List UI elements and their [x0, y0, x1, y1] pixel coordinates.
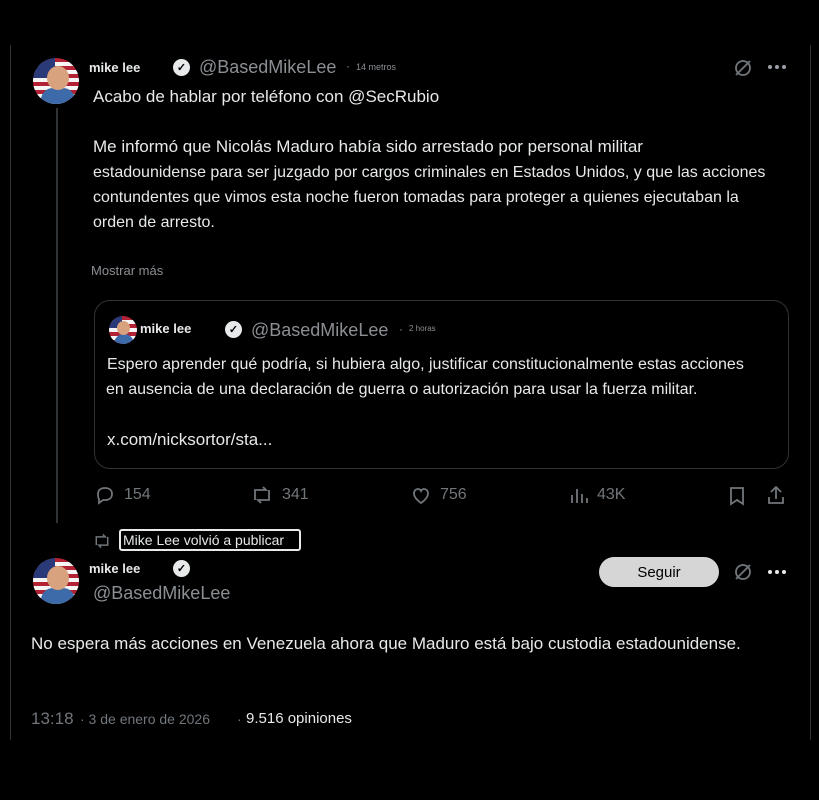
post-date[interactable]: · 3 de enero de 2026 — [80, 711, 210, 727]
repost-button[interactable]: 341 — [250, 484, 309, 506]
post-text: Me informó que Nicolás Maduro había sido… — [93, 137, 643, 156]
quote-text: en ausencia de una declaración de guerra… — [106, 381, 698, 398]
views-count: 9.516 opiniones — [246, 710, 352, 727]
avatar[interactable] — [33, 558, 79, 604]
show-more-link[interactable]: Mostrar más — [91, 263, 163, 278]
quote-author-handle: @BasedMikeLee — [251, 320, 389, 340]
author-handle[interactable]: @BasedMikeLee — [199, 57, 336, 78]
post-text-line1: Acabo de hablar por teléfono con @SecRub… — [93, 87, 440, 106]
bookmark-icon[interactable] — [727, 485, 747, 507]
author-name[interactable]: mike lee — [89, 561, 140, 576]
separator-dot: · — [399, 322, 403, 336]
quote-text: Espero aprender qué podría, si hubiera a… — [107, 356, 744, 373]
reposted-by-label[interactable]: Mike Lee volvió a publicar — [119, 529, 301, 551]
post-text: No espera más acciones en Venezuela ahor… — [31, 634, 741, 653]
share-icon[interactable] — [765, 484, 787, 506]
verified-icon: ✓ — [173, 560, 190, 577]
post-time[interactable]: 13:18 — [31, 709, 74, 729]
verified-icon: ✓ — [173, 59, 190, 76]
like-count: 756 — [440, 486, 467, 503]
quote-link[interactable]: x.com/nicksortor/sta... — [107, 427, 272, 452]
author-name[interactable]: mike lee — [89, 60, 140, 75]
post-text: estadounidense para ser juzgado por carg… — [93, 164, 766, 181]
quote-time: 2 horas — [409, 324, 436, 333]
post-text: contundentes que vimos esta noche fueron… — [93, 189, 739, 206]
verified-icon: ✓ — [225, 321, 242, 338]
grok-icon[interactable] — [732, 561, 754, 583]
views-button[interactable]: 43K — [569, 484, 625, 506]
repost-icon — [254, 486, 270, 504]
quote-avatar — [109, 316, 137, 344]
like-icon — [413, 488, 429, 505]
repost-count: 341 — [282, 486, 309, 503]
more-icon[interactable] — [766, 565, 788, 579]
views-icon — [571, 489, 588, 503]
separator-dot: · — [346, 59, 350, 73]
reply-count: 154 — [124, 486, 151, 503]
post-text: orden de arresto. — [93, 214, 215, 231]
thread-line — [56, 108, 58, 523]
more-icon[interactable] — [766, 60, 788, 74]
author-handle[interactable]: @BasedMikeLee — [93, 583, 230, 604]
separator-dot: · — [237, 711, 242, 727]
reply-button[interactable]: 154 — [94, 484, 151, 506]
avatar[interactable] — [33, 58, 79, 104]
reply-icon — [97, 487, 113, 505]
grok-icon[interactable] — [732, 57, 754, 79]
views-count: 43K — [597, 486, 626, 503]
quote-author-name: mike lee — [140, 321, 192, 336]
repost-icon — [95, 533, 109, 549]
post-time[interactable]: 14 metros — [356, 62, 396, 72]
follow-button[interactable]: Seguir — [599, 557, 719, 587]
like-button[interactable]: 756 — [410, 484, 467, 506]
